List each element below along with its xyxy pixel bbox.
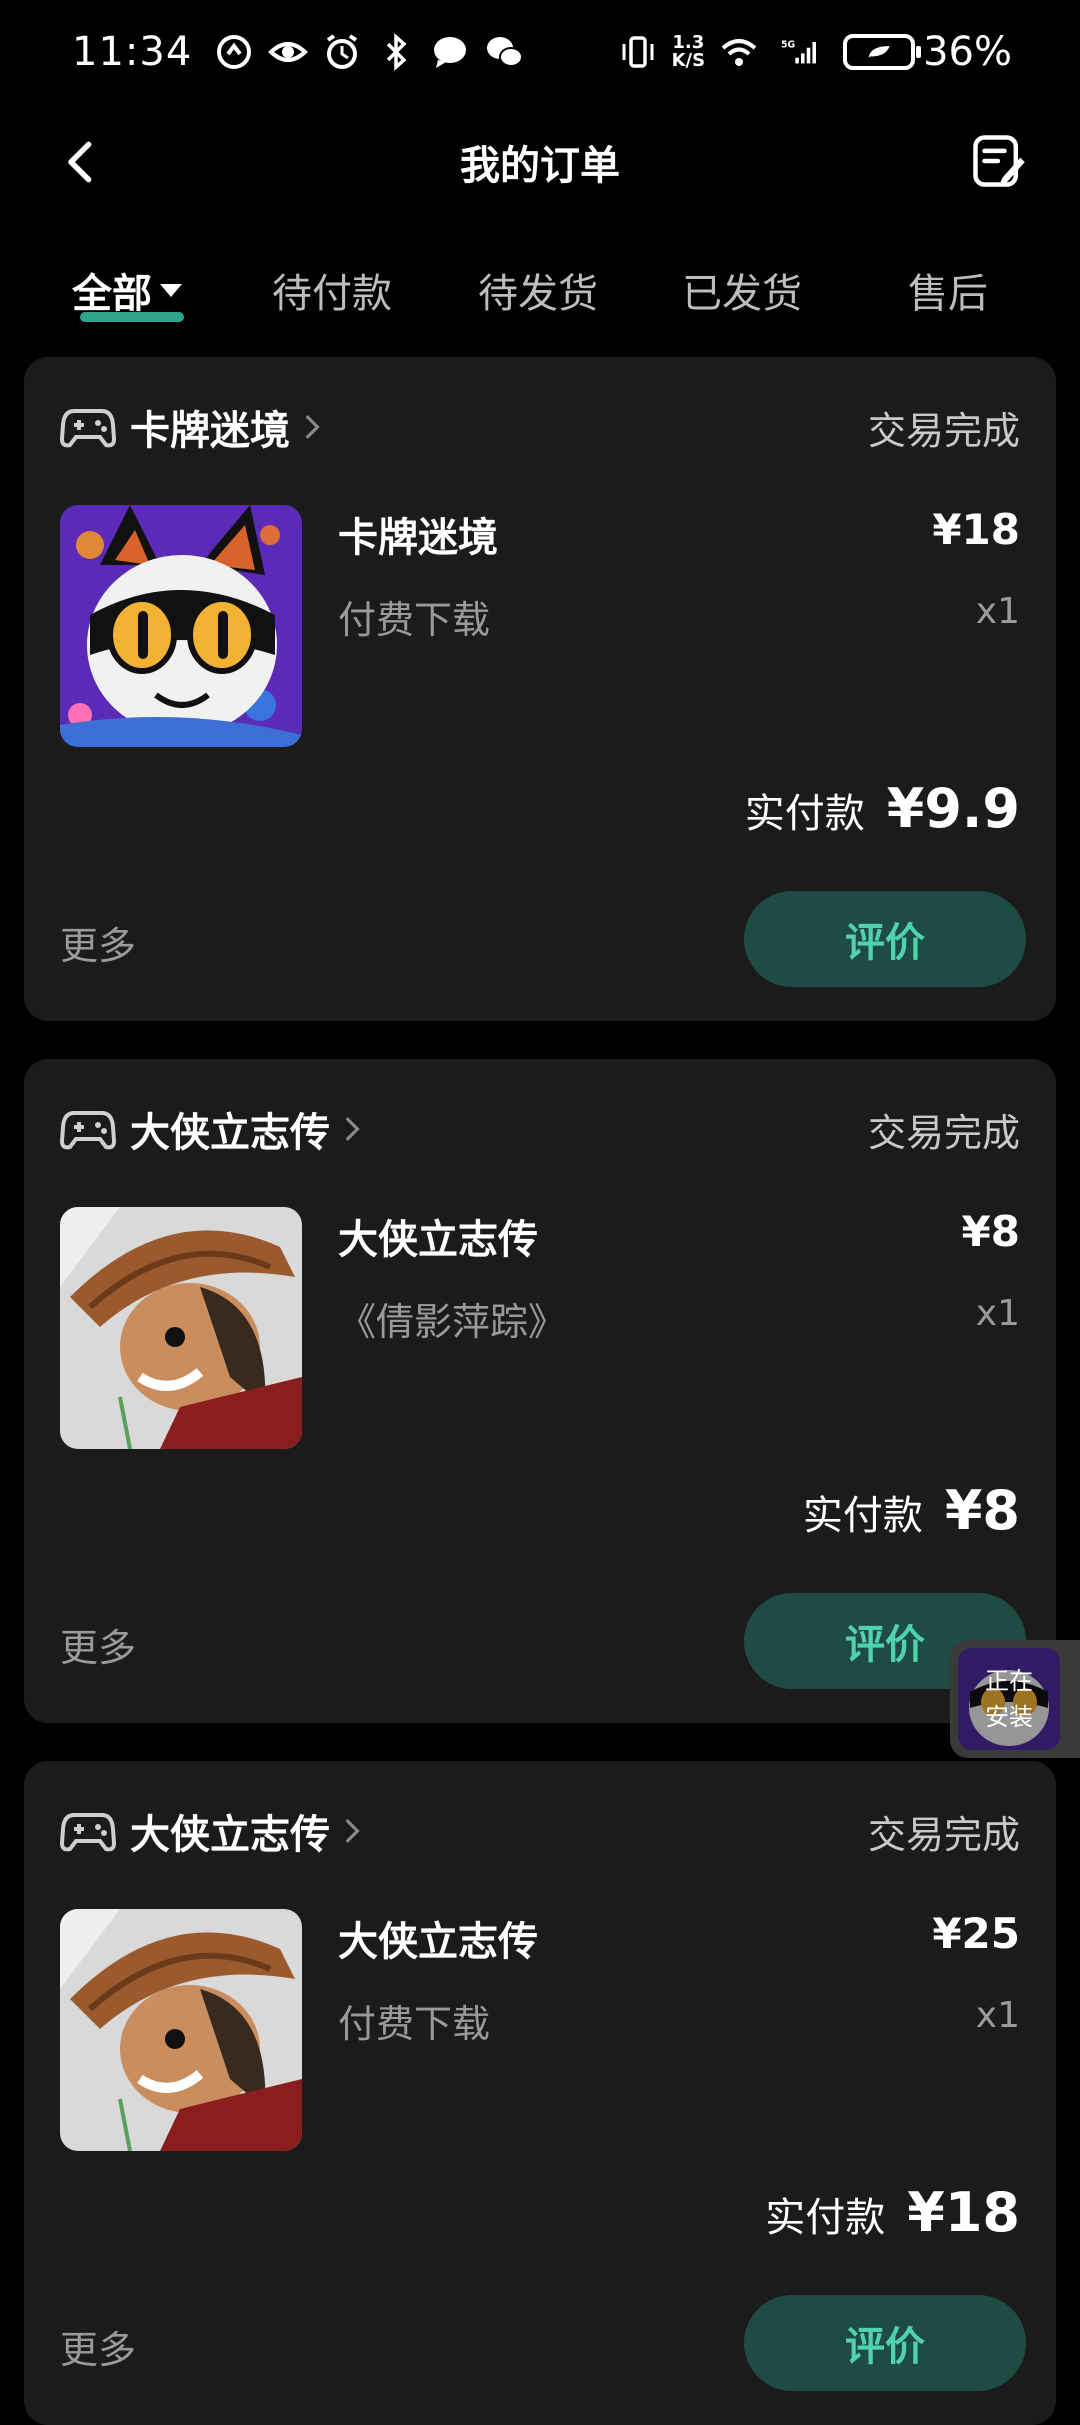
installing-label: 正在 安装 (958, 1648, 1060, 1750)
installing-floating-widget[interactable]: 正在 安装 (950, 1640, 1080, 1758)
wifi-icon (719, 32, 759, 72)
product-name: 大侠立志传 (338, 1217, 538, 1263)
review-button[interactable]: 评价 (744, 2295, 1026, 2391)
installing-label-line2: 安装 (985, 1703, 1033, 1731)
battery-indicator: 36% (843, 29, 1012, 75)
wechat-icon (484, 32, 524, 72)
paid-label: 实付款 (802, 1493, 923, 1539)
battery-level: 36% (923, 29, 1012, 75)
installing-label-line1: 正在 (985, 1667, 1033, 1695)
active-tab-indicator (80, 312, 184, 322)
review-button[interactable]: 评价 (744, 891, 1026, 987)
eye-icon (268, 32, 309, 72)
store-name: 大侠立志传 (130, 1812, 330, 1858)
clock: 11:34 (72, 29, 193, 75)
store-link[interactable]: 卡牌迷境 (60, 398, 322, 456)
product-thumbnail[interactable] (60, 1207, 302, 1449)
caret-down-icon (160, 283, 182, 297)
gamepad-icon (60, 1813, 116, 1852)
product-thumbnail[interactable] (60, 1909, 302, 2151)
tab-after-sales-label: 售后 (908, 271, 988, 317)
product-name: 大侠立志传 (338, 1919, 538, 1965)
status-left: 11:34 (72, 29, 524, 75)
product-subtitle: 《倩影萍踪》 (338, 1300, 567, 1344)
product-quantity: x1 (975, 1995, 1020, 2036)
battery-icon (843, 34, 922, 70)
paid-amount-row: 实付款 ¥9.9 (745, 777, 1020, 840)
gamepad-icon (60, 1111, 116, 1150)
more-button[interactable]: 更多 (60, 1617, 136, 1672)
order-status: 交易完成 (867, 1812, 1020, 1857)
status-bar: 11:34 1.3 K/S 5G 36% (0, 0, 1080, 104)
tab-pending-shipment[interactable]: 待发货 (478, 250, 598, 330)
tab-shipped-label: 已发货 (682, 271, 802, 317)
product-price: ¥18 (932, 505, 1020, 554)
edit-list-button[interactable] (964, 126, 1034, 196)
tab-pending-shipment-label: 待发货 (478, 271, 598, 317)
page-title: 我的订单 (460, 143, 620, 189)
paid-amount-row: 实付款 ¥18 (765, 2181, 1020, 2244)
order-card: 卡牌迷境 交易完成 卡牌迷境 付费下载 ¥18 x1 实付款 ¥9.9 更多 评… (24, 357, 1056, 1021)
product-quantity: x1 (975, 1293, 1020, 1334)
order-header: 卡牌迷境 交易完成 (60, 397, 1020, 457)
order-header: 大侠立志传 交易完成 (60, 1801, 1020, 1861)
cat-game-art (60, 505, 302, 747)
bluetooth-icon (376, 32, 416, 72)
net-speed: 1.3 K/S (672, 34, 706, 70)
paid-amount: ¥18 (907, 2181, 1020, 2244)
product-subtitle: 付费下载 (338, 2002, 491, 2046)
store-link[interactable]: 大侠立志传 (60, 1802, 362, 1860)
order-card: 大侠立志传 交易完成 大侠立志传 付费下载 ¥25 x1 实付款 ¥18 更多 … (24, 1761, 1056, 2425)
paid-amount: ¥8 (944, 1479, 1020, 1542)
store-link[interactable]: 大侠立志传 (60, 1100, 362, 1158)
tab-shipped[interactable]: 已发货 (682, 250, 802, 330)
installing-app-icon: 正在 安装 (958, 1648, 1060, 1750)
chevron-right-icon (346, 1117, 360, 1141)
product-thumbnail[interactable] (60, 505, 302, 747)
order-status: 交易完成 (867, 408, 1020, 453)
product-price: ¥8 (961, 1207, 1020, 1256)
tab-pending-payment[interactable]: 待付款 (272, 250, 392, 330)
order-status: 交易完成 (867, 1110, 1020, 1155)
net-speed-unit: K/S (671, 50, 706, 71)
swordsman-game-art (60, 1909, 302, 2151)
edit-document-icon (973, 135, 1025, 187)
chevron-right-icon (306, 415, 320, 439)
store-name: 卡牌迷境 (130, 408, 290, 454)
product-price: ¥25 (932, 1909, 1020, 1958)
product-name: 卡牌迷境 (338, 515, 498, 561)
order-header: 大侠立志传 交易完成 (60, 1099, 1020, 1159)
signal-label: 5G (781, 40, 795, 51)
tab-after-sales[interactable]: 售后 (908, 250, 988, 330)
cellular-signal-icon: 5G (773, 32, 829, 72)
paid-label: 实付款 (744, 791, 865, 837)
app-notification-icon (214, 32, 254, 72)
back-button[interactable] (50, 130, 114, 194)
paid-label: 实付款 (765, 2195, 886, 2241)
chevron-left-icon (68, 141, 92, 183)
paid-amount-row: 实付款 ¥8 (803, 1479, 1020, 1542)
product-subtitle: 付费下载 (338, 598, 491, 642)
tab-pending-payment-label: 待付款 (272, 271, 392, 317)
message-icon (430, 32, 470, 72)
vibrate-icon (618, 32, 658, 72)
swordsman-game-art (60, 1207, 302, 1449)
chevron-right-icon (346, 1819, 360, 1843)
more-button[interactable]: 更多 (60, 915, 136, 970)
paid-amount: ¥9.9 (886, 777, 1020, 840)
tab-all-label: 全部 (72, 271, 152, 317)
status-right: 1.3 K/S 5G 36% (618, 29, 1012, 75)
product-quantity: x1 (975, 591, 1020, 632)
top-bar: 我的订单 (0, 104, 1080, 220)
store-name: 大侠立志传 (130, 1110, 330, 1156)
order-card: 大侠立志传 交易完成 大侠立志传 《倩影萍踪》 ¥8 x1 实付款 ¥8 更多 … (24, 1059, 1056, 1723)
alarm-icon (322, 32, 362, 72)
more-button[interactable]: 更多 (60, 2319, 136, 2374)
gamepad-icon (60, 409, 116, 448)
